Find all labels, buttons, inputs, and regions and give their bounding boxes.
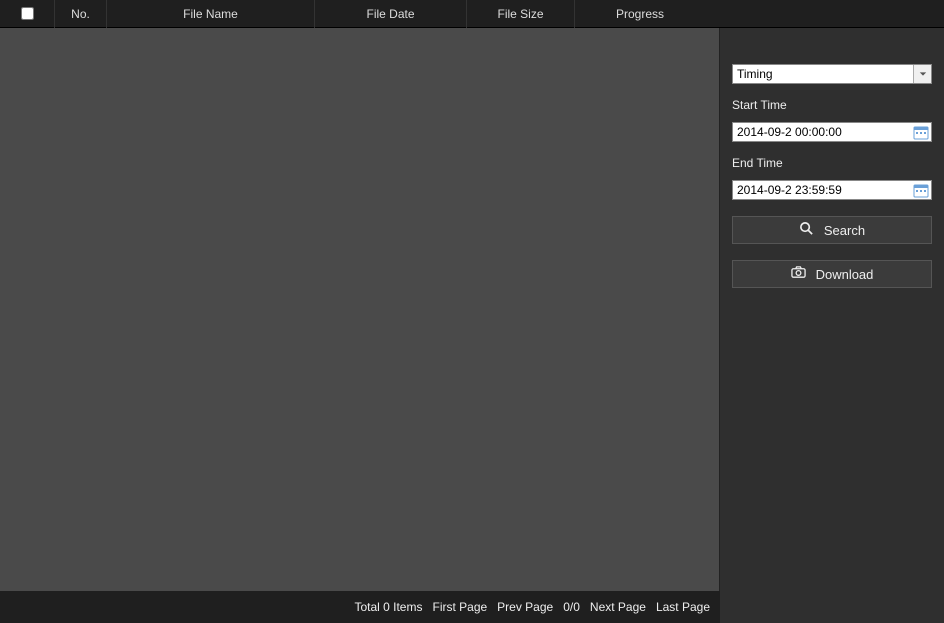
column-progress: Progress <box>575 0 705 28</box>
download-button[interactable]: Download <box>732 260 932 288</box>
type-select-value: Timing <box>737 67 773 81</box>
end-time-label: End Time <box>732 156 932 170</box>
search-button-label: Search <box>824 223 865 238</box>
select-all-checkbox[interactable] <box>21 7 34 20</box>
download-button-label: Download <box>816 267 874 282</box>
search-panel: Timing Start Time 2014-09-2 00:00:00 <box>720 0 944 623</box>
chevron-down-icon <box>913 65 931 83</box>
next-page-link[interactable]: Next Page <box>590 600 646 614</box>
calendar-icon <box>913 124 929 140</box>
prev-page-link[interactable]: Prev Page <box>497 600 553 614</box>
search-button[interactable]: Search <box>732 216 932 244</box>
start-time-input[interactable]: 2014-09-2 00:00:00 <box>732 122 932 142</box>
file-list-panel: No. File Name File Date File Size Progre… <box>0 0 720 623</box>
type-select[interactable]: Timing <box>732 64 932 84</box>
page-position: 0/0 <box>563 600 580 614</box>
total-items: Total 0 Items <box>354 600 422 614</box>
start-time-value: 2014-09-2 00:00:00 <box>737 125 842 139</box>
pagination-footer: Total 0 Items First Page Prev Page 0/0 N… <box>0 591 720 623</box>
start-time-label: Start Time <box>732 98 932 112</box>
column-file-name: File Name <box>107 0 315 28</box>
column-no: No. <box>55 0 107 28</box>
search-icon <box>799 221 814 239</box>
last-page-link[interactable]: Last Page <box>656 600 710 614</box>
column-file-size: File Size <box>467 0 575 28</box>
column-file-date: File Date <box>315 0 467 28</box>
table-header: No. File Name File Date File Size Progre… <box>0 0 720 28</box>
end-time-value: 2014-09-2 23:59:59 <box>737 183 842 197</box>
search-panel-header <box>720 0 944 28</box>
calendar-icon <box>913 182 929 198</box>
table-body <box>0 28 720 591</box>
end-time-input[interactable]: 2014-09-2 23:59:59 <box>732 180 932 200</box>
first-page-link[interactable]: First Page <box>432 600 487 614</box>
camera-icon <box>791 265 806 283</box>
